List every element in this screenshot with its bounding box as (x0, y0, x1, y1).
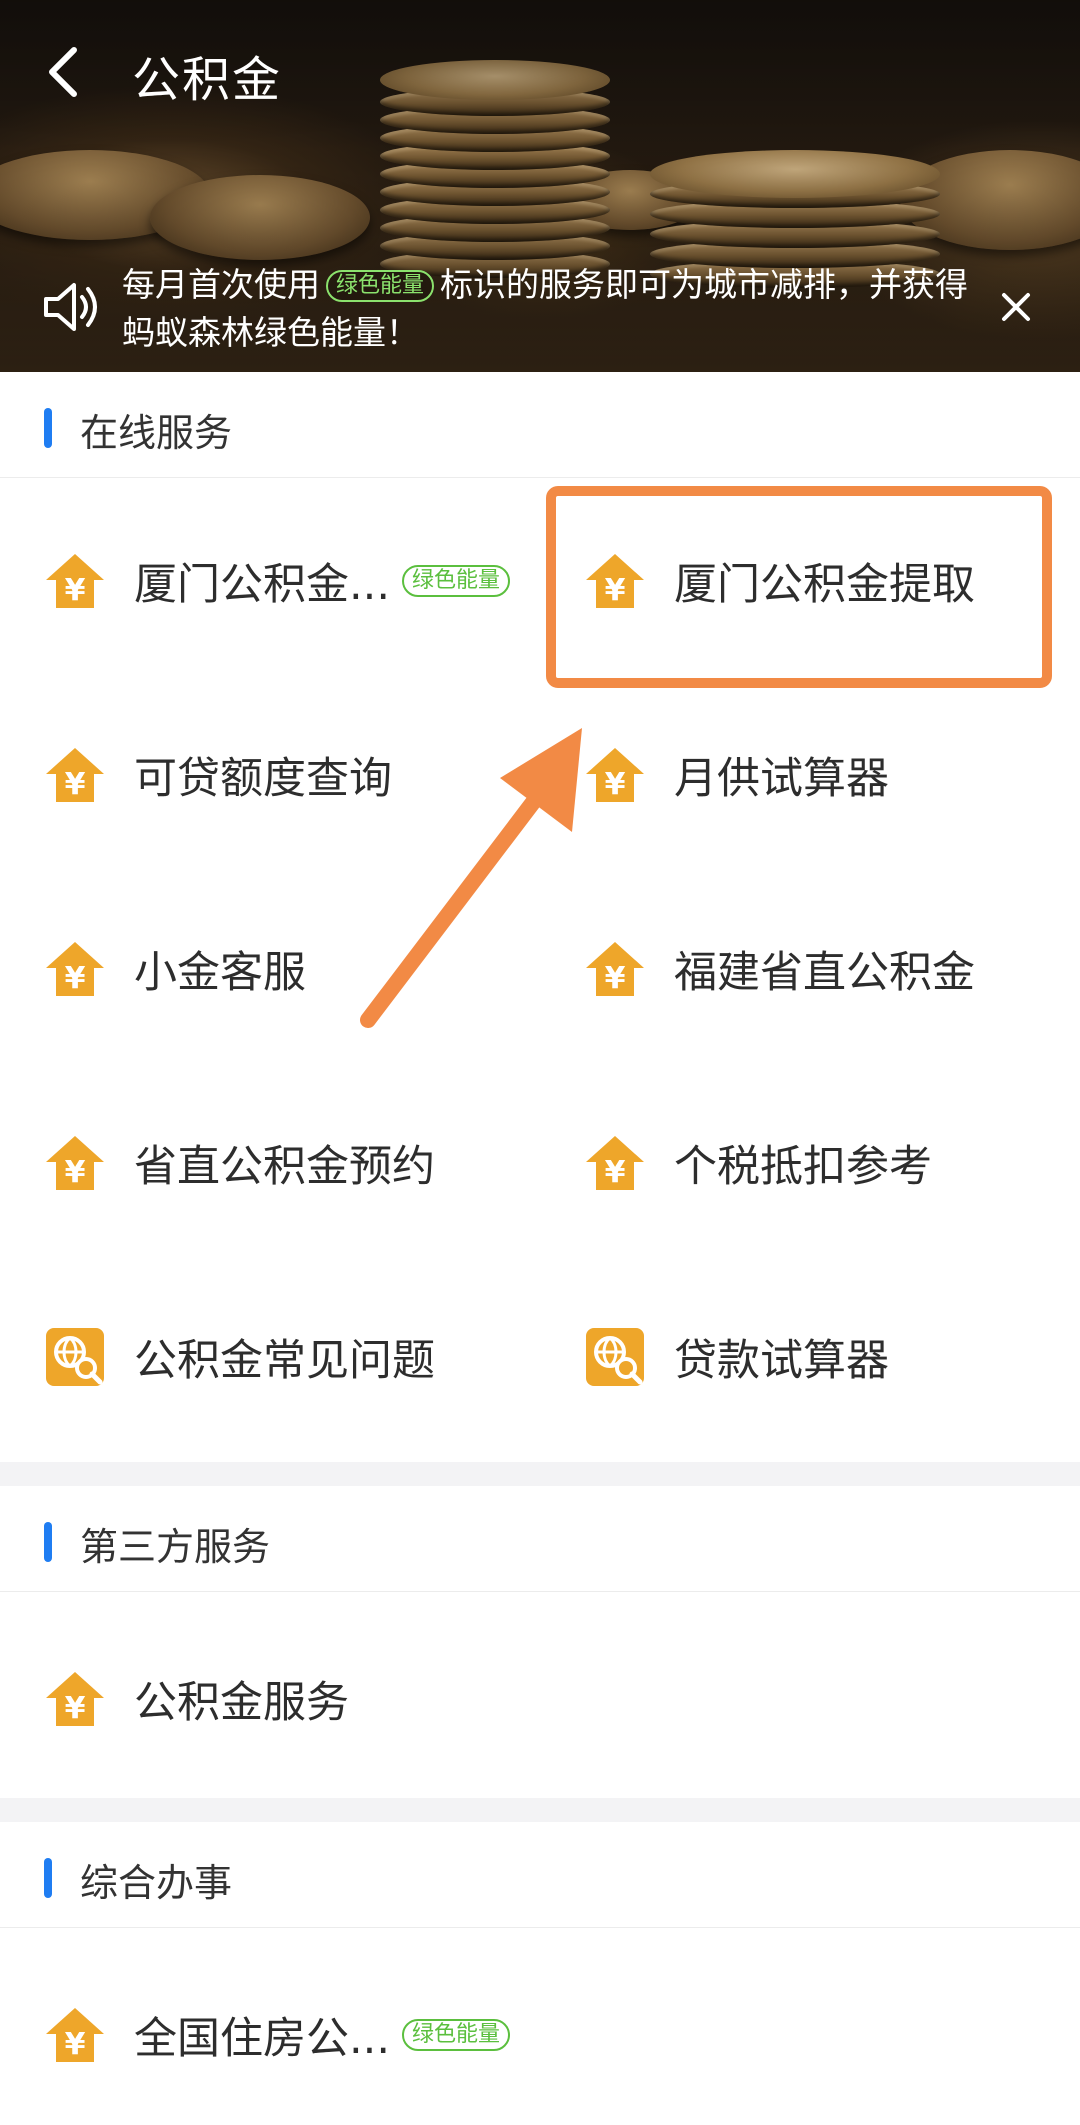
service-item-fujian-provincial-gjj[interactable]: 福建省直公积金 (582, 914, 975, 1024)
section-divider (0, 1798, 1080, 1822)
service-item-national-housing-gjj[interactable]: 全国住房公... 绿色能量 (42, 1980, 516, 2090)
section-title: 在线服务 (80, 411, 233, 455)
green-energy-badge: 绿色能量 (326, 270, 435, 302)
back-button[interactable] (40, 42, 90, 102)
globe-search-icon (582, 1324, 648, 1390)
notice-bar: 每月首次使用 绿色能量 标识的服务即可为城市减排，并获得蚂蚁森林绿色能量！ (0, 255, 1080, 365)
close-icon (1002, 293, 1030, 321)
service-item-xiamen-gjj[interactable]: 厦门公积金... 绿色能量 (42, 526, 516, 636)
green-energy-badge: 绿色能量 (402, 2019, 511, 2051)
notice-text-before: 每月首次使用 (122, 265, 320, 304)
service-item-loan-calculator[interactable]: 贷款试算器 (582, 1302, 889, 1412)
house-yuan-icon (42, 2002, 108, 2068)
house-yuan-icon (42, 1666, 108, 1732)
page-title: 公积金 (132, 52, 283, 108)
section-title: 第三方服务 (80, 1525, 271, 1569)
service-label: 个税抵扣参考 (674, 1142, 932, 1192)
service-item-gjj-faq[interactable]: 公积金常见问题 (42, 1302, 435, 1412)
service-item-provincial-gjj-appointment[interactable]: 省直公积金预约 (42, 1108, 435, 1218)
section-general-affairs: 综合办事 全国住房公... 绿色能量 (0, 1822, 1080, 2125)
service-label: 贷款试算器 (674, 1336, 889, 1386)
section-header: 第三方服务 (0, 1486, 1080, 1592)
section-header: 综合办事 (0, 1822, 1080, 1928)
house-yuan-icon (42, 742, 108, 808)
header-banner: 公积金 每月首次使用 绿色能量 标识的服务即可为城市减排，并获得蚂蚁森林绿色能量！ (0, 0, 1080, 372)
service-label: 小金客服 (134, 948, 306, 998)
green-energy-badge: 绿色能量 (402, 565, 511, 597)
section-title: 综合办事 (80, 1861, 233, 1905)
service-label: 公积金服务 (134, 1678, 349, 1728)
service-item-monthly-payment-calculator[interactable]: 月供试算器 (582, 720, 889, 830)
section-divider (0, 1462, 1080, 1486)
section-accent-bar (44, 1858, 52, 1898)
service-label: 公积金常见问题 (134, 1336, 435, 1386)
section-header: 在线服务 (0, 372, 1080, 478)
service-item-loan-quota-query[interactable]: 可贷额度查询 (42, 720, 392, 830)
chevron-left-icon (49, 47, 77, 97)
house-yuan-icon (42, 1130, 108, 1196)
service-label: 厦门公积金... (134, 560, 391, 610)
house-yuan-icon (42, 548, 108, 614)
pointer-arrow-icon (360, 728, 582, 1028)
notice-text: 每月首次使用 绿色能量 标识的服务即可为城市减排，并获得蚂蚁森林绿色能量！ (122, 261, 982, 357)
section-third-party-services: 第三方服务 公积金服务 (0, 1486, 1080, 1798)
house-yuan-icon (42, 936, 108, 1002)
service-item-tax-deduction-reference[interactable]: 个税抵扣参考 (582, 1108, 932, 1218)
service-label: 省直公积金预约 (134, 1142, 435, 1192)
service-label: 福建省直公积金 (674, 948, 975, 998)
service-item-customer-service[interactable]: 小金客服 (42, 914, 306, 1024)
service-label: 全国住房公... (134, 2014, 391, 2064)
service-item-gjj-service[interactable]: 公积金服务 (42, 1644, 349, 1754)
section-accent-bar (44, 1522, 52, 1562)
section-accent-bar (44, 408, 52, 448)
highlight-box (546, 486, 1052, 688)
service-label: 月供试算器 (674, 754, 889, 804)
house-yuan-icon (582, 1130, 648, 1196)
speaker-icon (44, 283, 97, 331)
close-notice-button[interactable] (996, 287, 1036, 327)
globe-search-icon (42, 1324, 108, 1390)
